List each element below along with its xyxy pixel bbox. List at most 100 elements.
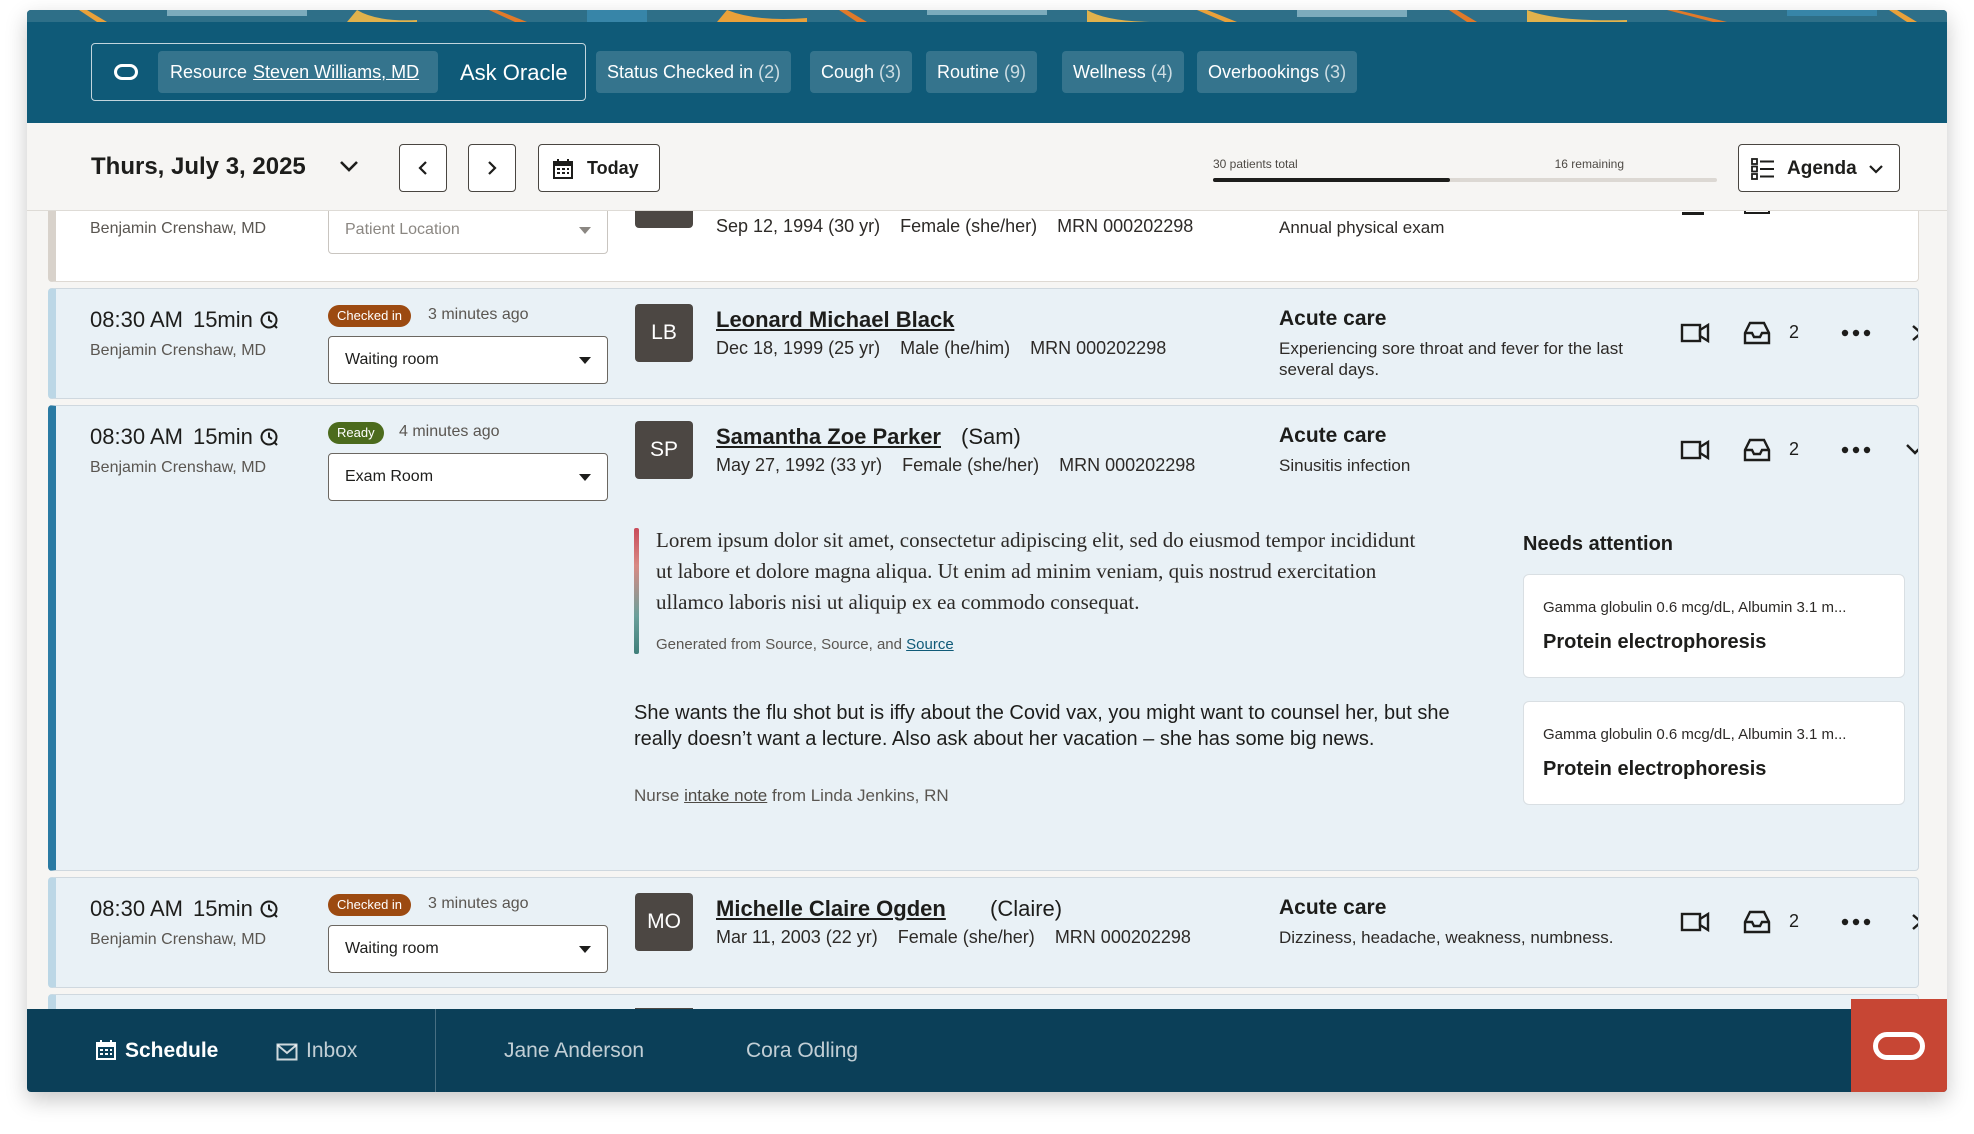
- filter-label: Routine: [937, 62, 1000, 82]
- filter-chip-cough[interactable]: Cough (3): [810, 51, 913, 93]
- chevron-down-icon[interactable]: [336, 153, 362, 179]
- nav-divider: [435, 1009, 436, 1092]
- ai-summary-text: Lorem ipsum dolor sit amet, consectetur …: [656, 528, 1416, 614]
- appointment-row[interactable]: 08:30 AM 15min Benjamin Crenshaw, MD Chec…: [48, 877, 1919, 988]
- patients-progress-bar: [1213, 178, 1717, 182]
- nav-inbox-label: Inbox: [306, 1039, 358, 1062]
- patient-mrn: MRN 000202298: [1059, 455, 1196, 475]
- resource-label: Resource: [170, 62, 248, 82]
- ai-summary-source: Generated from Source, Source, and Sourc…: [656, 636, 954, 653]
- summary-source-link[interactable]: Source: [906, 636, 954, 653]
- patient-mrn: MRN 000202298: [1054, 927, 1191, 947]
- location-select[interactable]: Waiting room: [328, 336, 608, 384]
- patient-tab[interactable]: Jane Anderson: [504, 1009, 644, 1092]
- appointment-row[interactable]: Benjamin Crenshaw, MD Patient Location S…: [48, 211, 1919, 282]
- more-options-icon[interactable]: [1841, 446, 1871, 454]
- filter-chip-overbookings[interactable]: Overbookings (3): [1197, 51, 1358, 93]
- chevron-down-icon[interactable]: [1905, 442, 1919, 456]
- inbox-icon[interactable]: [1742, 909, 1772, 935]
- oracle-assistant-button[interactable]: [1851, 999, 1947, 1092]
- chevron-right-icon[interactable]: [1909, 324, 1919, 342]
- inbox-icon[interactable]: [1742, 320, 1772, 346]
- schedule-toolbar: Thurs, July 3, 2025 Today 30 patients to…: [27, 123, 1947, 211]
- today-label: Today: [587, 158, 639, 178]
- resource-filter-chip[interactable]: Resource Steven Williams, MD: [158, 51, 438, 93]
- nurse-note-attribution: Nurse intake note from Linda Jenkins, RN: [634, 786, 949, 806]
- ask-oracle-input[interactable]: Ask Oracle: [460, 44, 568, 102]
- filter-label: Status Checked in: [607, 62, 754, 82]
- more-options-icon[interactable]: [1841, 918, 1871, 926]
- message-count: 2: [1789, 911, 1800, 931]
- needs-attention-card[interactable]: Gamma globulin 0.6 mcg/dL, Albumin 3.1 m…: [1523, 701, 1905, 805]
- status-badge: Ready: [328, 422, 384, 444]
- appointment-list[interactable]: Benjamin Crenshaw, MD Patient Location S…: [27, 211, 1947, 1011]
- patient-dob: Dec 18, 1999 (25 yr): [716, 338, 881, 358]
- appointment-row[interactable]: 08:30 AM 15min Benjamin Crenshaw, MD Chec…: [48, 288, 1919, 399]
- needs-attention-card[interactable]: Gamma globulin 0.6 mcg/dL, Albumin 3.1 m…: [1523, 574, 1905, 678]
- patient-dob: Mar 11, 2003 (22 yr): [716, 927, 878, 947]
- inbox-icon[interactable]: [1742, 437, 1772, 463]
- previous-day-button[interactable]: [399, 144, 447, 192]
- view-label: Agenda: [1787, 158, 1857, 179]
- video-visit-icon[interactable]: [1680, 439, 1710, 461]
- location-select[interactable]: Exam Room: [328, 453, 608, 501]
- resource-name-link[interactable]: Steven Williams, MD: [253, 62, 419, 82]
- bottom-navigation: Schedule Inbox Jane Anderson Cora Odling: [27, 999, 1947, 1092]
- patient-demographics: Sep 12, 1994 (30 yr) Female (she/her) MRN …: [716, 216, 1213, 237]
- date-title[interactable]: Thurs, July 3, 2025: [91, 153, 306, 181]
- message-count: 2: [1789, 439, 1800, 459]
- chevron-right-icon: [488, 161, 497, 175]
- duration-label: 15min: [192, 424, 253, 449]
- view-select-button[interactable]: Agenda: [1738, 144, 1900, 192]
- filter-chip-status[interactable]: Status Checked in (2): [596, 51, 792, 93]
- filter-chip-wellness[interactable]: Wellness (4): [1062, 51, 1184, 93]
- ask-oracle-search[interactable]: Resource Steven Williams, MD Ask Oracle: [91, 43, 586, 101]
- patient-demographics: Dec 18, 1999 (25 yr) Male (he/him) MRN 000…: [716, 338, 1186, 359]
- video-icon[interactable]: [1682, 212, 1704, 215]
- patient-nickname: (Claire): [990, 896, 1063, 921]
- filter-label: Overbookings: [1208, 62, 1320, 82]
- nav-schedule[interactable]: Schedule: [95, 1009, 218, 1092]
- nav-inbox[interactable]: Inbox: [276, 1009, 357, 1092]
- status-badge: Checked in: [328, 894, 412, 916]
- app-window: Resource Steven Williams, MD Ask Oracle S…: [27, 10, 1947, 1092]
- chevron-right-icon[interactable]: [1909, 913, 1919, 931]
- patient-name-link[interactable]: Leonard Michael Black: [716, 307, 954, 333]
- patient-demographics: May 27, 1992 (33 yr) Female (she/her) MRN …: [716, 455, 1215, 476]
- more-options-icon[interactable]: [1841, 329, 1871, 337]
- patient-location-select[interactable]: Patient Location: [328, 211, 608, 254]
- video-visit-icon[interactable]: [1680, 322, 1710, 344]
- duration-label: 15min: [192, 307, 253, 332]
- avatar: MO: [635, 893, 693, 951]
- filter-count: (4): [1150, 62, 1173, 82]
- next-day-button[interactable]: [468, 144, 516, 192]
- inbox-icon[interactable]: [1744, 211, 1770, 214]
- filter-chip-routine[interactable]: Routine (9): [926, 51, 1038, 93]
- appointment-time: 08:30 AM 15min: [90, 896, 279, 922]
- video-visit-icon[interactable]: [1680, 911, 1710, 933]
- message-count: 2: [1789, 322, 1800, 342]
- time-label: 08:30 AM: [90, 424, 183, 449]
- need-detail: Gamma globulin 0.6 mcg/dL, Albumin 3.1 m…: [1543, 599, 1847, 616]
- nav-schedule-label: Schedule: [125, 1039, 219, 1062]
- location-value: Waiting room: [345, 940, 439, 957]
- location-value: Waiting room: [345, 351, 439, 368]
- duration-label: 15min: [192, 896, 253, 921]
- intake-note-link[interactable]: intake note: [684, 786, 767, 805]
- summary-source-text: Generated from Source, Source, and: [656, 636, 907, 653]
- appointment-row-expanded[interactable]: 08:30 AM 15min Benjamin Crenshaw, MD Read…: [48, 405, 1919, 871]
- provider-name: Benjamin Crenshaw, MD: [90, 220, 267, 237]
- need-detail: Gamma globulin 0.6 mcg/dL, Albumin 3.1 m…: [1543, 726, 1847, 743]
- today-button[interactable]: Today: [538, 144, 660, 192]
- patients-progress-fill: [1213, 178, 1450, 182]
- patient-tab[interactable]: Cora Odling: [746, 1009, 858, 1092]
- avatar: [635, 211, 693, 228]
- time-label: 08:30 AM: [90, 896, 183, 921]
- oracle-logo-icon: [1873, 1032, 1925, 1060]
- nurse-intake-note: She wants the flu shot but is iffy about…: [634, 702, 1450, 750]
- patient-name-link[interactable]: Samantha Zoe Parker: [716, 424, 941, 450]
- patient-name-link[interactable]: Michelle Claire Ogden: [716, 896, 946, 922]
- caret-down-icon: [579, 357, 591, 364]
- nurse-meta-suffix: from Linda Jenkins, RN: [767, 786, 949, 805]
- location-select[interactable]: Waiting room: [328, 925, 608, 973]
